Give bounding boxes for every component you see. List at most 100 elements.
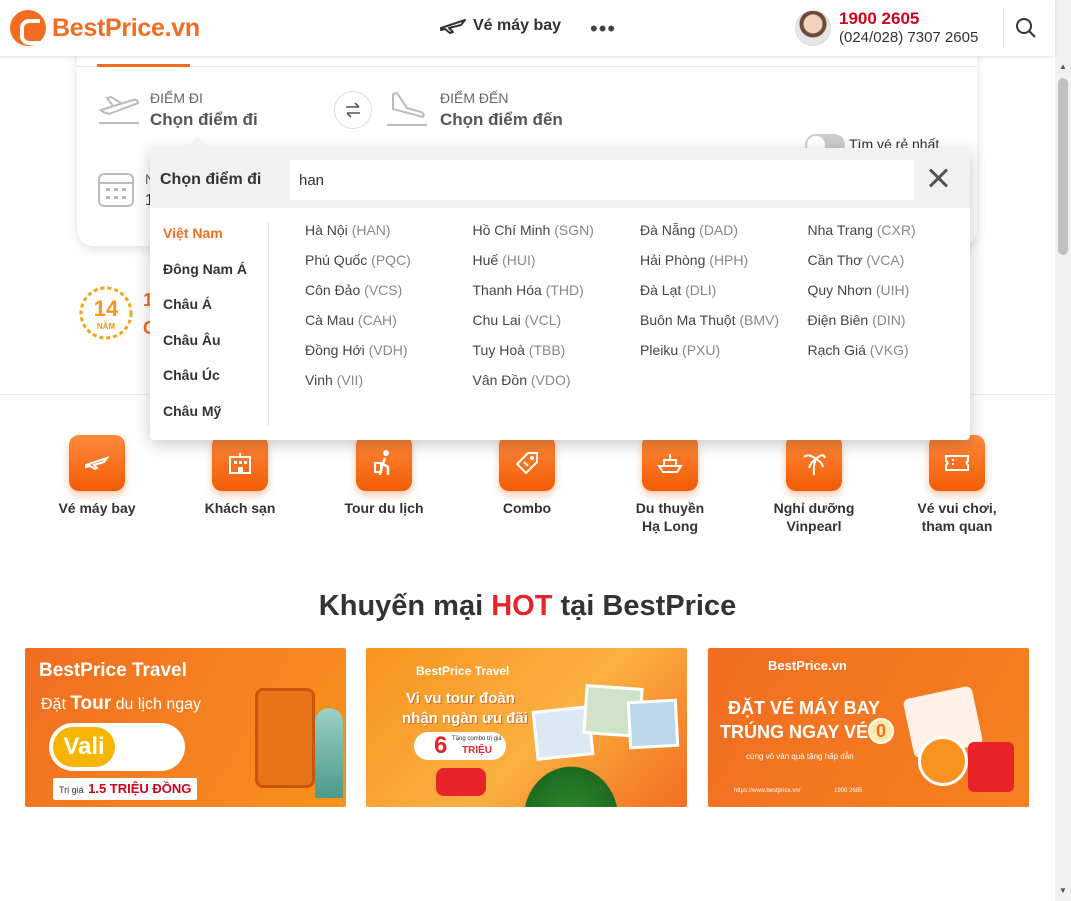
city-option[interactable]: Hà Nội (HAN) <box>305 222 473 252</box>
city-option[interactable]: Buôn Ma Thuột (BMV) <box>640 312 808 342</box>
city-name: Cà Mau <box>305 312 355 328</box>
airport-code: (HAN) <box>351 222 391 238</box>
service-tours[interactable]: Tour du lịch <box>324 435 444 517</box>
city-option[interactable]: Cần Thơ (VCA) <box>808 252 966 282</box>
gift-pill: 6 Tặng combo trị giá TRIỆU <box>414 732 506 760</box>
city-option[interactable]: Điện Biên (DIN) <box>808 312 966 342</box>
city-name: Cần Thơ <box>807 252 863 268</box>
destination-label: ĐIỂM ĐẾN <box>440 90 509 106</box>
vali-label: Vali <box>53 727 115 767</box>
banner-brand: BestPrice.vn <box>768 658 847 673</box>
airport-code: (CXR) <box>876 222 916 238</box>
city-name: Pleiku <box>640 342 679 358</box>
brand-logo[interactable]: BestPrice.vn <box>10 10 200 46</box>
city-option[interactable]: Tuy Hoà (TBB) <box>473 342 641 372</box>
hotline-sub-number[interactable]: (024/028) 7307 2605 <box>839 28 978 47</box>
city-option[interactable]: Hồ Chí Minh (SGN) <box>473 222 641 252</box>
city-name: Vinh <box>305 372 333 388</box>
search-icon <box>1015 18 1036 38</box>
city-option[interactable]: Cà Mau (CAH) <box>305 312 473 342</box>
promo-banner-group-tour[interactable]: BestPrice Travel Vi vu tour đoàn nhận ng… <box>366 648 687 807</box>
gift-unit: TRIỆU <box>462 745 492 756</box>
city-option[interactable]: Đà Lạt (DLI) <box>640 282 808 312</box>
promo-banner-flight-zero[interactable]: BestPrice.vn ĐẶT VÉ MÁY BAY TRÚNG NGAY V… <box>708 648 1029 807</box>
resort-icon <box>786 435 842 491</box>
calendar-icon <box>98 173 134 207</box>
header-search-button[interactable] <box>1003 8 1047 48</box>
badge-unit: NĂM <box>97 322 116 331</box>
city-option[interactable]: Hải Phòng (HPH) <box>640 252 808 282</box>
city-option[interactable]: Đà Nẵng (DAD) <box>640 222 808 252</box>
photo-graphic-3 <box>626 698 680 750</box>
takeoff-icon <box>99 95 140 124</box>
service-attractions[interactable]: Vé vui chơi, tham quan <box>897 435 1017 535</box>
destination-field[interactable]: ĐIỂM ĐẾN Chọn điểm đến <box>385 90 563 130</box>
support-avatar <box>795 10 831 46</box>
service-cruise[interactable]: Du thuyền Hạ Long <box>610 435 730 535</box>
region-tab-australia[interactable]: Châu Úc <box>150 366 268 402</box>
banner-brand: BestPrice Travel <box>416 664 510 678</box>
service-combo[interactable]: Combo <box>467 435 587 517</box>
region-tab-americas[interactable]: Châu Mỹ <box>150 402 268 438</box>
more-menu-button[interactable]: ••• <box>590 16 616 42</box>
city-option[interactable]: Đồng Hới (VDH) <box>305 342 473 372</box>
support-contact[interactable]: 1900 2605 (024/028) 7307 2605 <box>795 9 978 47</box>
city-name: Quy Nhơn <box>807 282 872 298</box>
city-option[interactable]: Chu Lai (VCL) <box>473 312 641 342</box>
scrollbar-thumb[interactable] <box>1058 78 1068 255</box>
cruise-icon <box>642 435 698 491</box>
landmark-graphic <box>315 708 343 798</box>
price-value: 1.5 TRIỆU ĐỒNG <box>88 781 192 796</box>
region-tab-viet-nam[interactable]: Việt Nam <box>150 224 268 260</box>
city-option[interactable]: Nha Trang (CXR) <box>808 222 966 252</box>
city-option[interactable]: Quy Nhơn (UIH) <box>808 282 966 312</box>
airport-code: (TBB) <box>528 342 566 358</box>
promo-banner-vali[interactable]: BestPrice Travel Đặt Tour du lịch ngay V… <box>25 648 346 807</box>
service-flights[interactable]: Vé máy bay <box>37 435 157 517</box>
airport-code: (PXU) <box>682 342 721 358</box>
origin-search-input[interactable] <box>290 160 914 200</box>
suitcase-graphic <box>968 742 1014 792</box>
combo-tag-icon <box>499 435 555 491</box>
plane-icon <box>440 19 466 34</box>
region-tab-southeast-asia[interactable]: Đông Nam Á <box>150 260 268 296</box>
suitcase-graphic <box>255 688 315 788</box>
city-option[interactable]: Pleiku (PXU) <box>640 342 808 372</box>
city-option[interactable]: Rạch Giá (VKG) <box>808 342 966 372</box>
city-option[interactable]: Côn Đảo (VCS) <box>305 282 473 312</box>
banner-line: Đặt Tour du lịch ngay <box>41 693 201 715</box>
scroll-up-arrow-icon[interactable]: ▲ <box>1059 62 1067 71</box>
city-name: Tuy Hoà <box>472 342 525 358</box>
airport-code: (CAH) <box>357 312 397 328</box>
city-option[interactable]: Vân Đồn (VDO) <box>473 372 641 402</box>
banner-line-1-bold: Tour <box>70 693 112 714</box>
city-option[interactable]: Huế (HUI) <box>473 252 641 282</box>
promotions-heading: Khuyến mại HOT tại BestPrice <box>0 590 1055 623</box>
airport-code: (VCL) <box>524 312 562 328</box>
badge-years: 14 <box>94 296 119 321</box>
city-name: Đồng Hới <box>305 342 365 358</box>
city-option[interactable]: Vinh (VII) <box>305 372 473 402</box>
banner-line-2: TRÚNG NGAY VÉ <box>720 722 869 742</box>
region-tab-asia[interactable]: Châu Á <box>150 295 268 331</box>
banner-line-1: Vi vu tour đoàn <box>406 690 515 707</box>
page-scrollbar[interactable]: ▲ ▼ <box>1055 0 1071 901</box>
zero-badge: 0 <box>868 718 894 744</box>
close-icon[interactable] <box>926 166 950 190</box>
city-option[interactable]: Phú Quốc (PQC) <box>305 252 473 282</box>
service-label: Khách sạn <box>204 500 276 516</box>
city-grid: Hà Nội (HAN) Hồ Chí Minh (SGN) Đà Nẵng (… <box>305 222 965 402</box>
region-tab-europe[interactable]: Châu Âu <box>150 331 268 367</box>
service-resort[interactable]: Nghỉ dưỡng Vinpearl <box>754 435 874 535</box>
nav-flights-link[interactable]: Vé máy bay <box>439 16 561 36</box>
scroll-down-arrow-icon[interactable]: ▼ <box>1059 886 1067 895</box>
origin-field[interactable]: ĐIỂM ĐI Chọn điểm đi <box>97 90 258 130</box>
city-option[interactable]: Thanh Hóa (THD) <box>473 282 641 312</box>
hotline-number[interactable]: 1900 2605 <box>839 9 978 28</box>
swap-route-button[interactable] <box>334 91 372 129</box>
service-hotels[interactable]: Khách sạn <box>180 435 300 517</box>
vali-sub-1: Cao cấp <box>121 725 180 742</box>
promo-title-post: tại BestPrice <box>552 590 737 622</box>
dropdown-divider <box>268 222 269 426</box>
city-name: Đà Nẵng <box>640 222 696 238</box>
